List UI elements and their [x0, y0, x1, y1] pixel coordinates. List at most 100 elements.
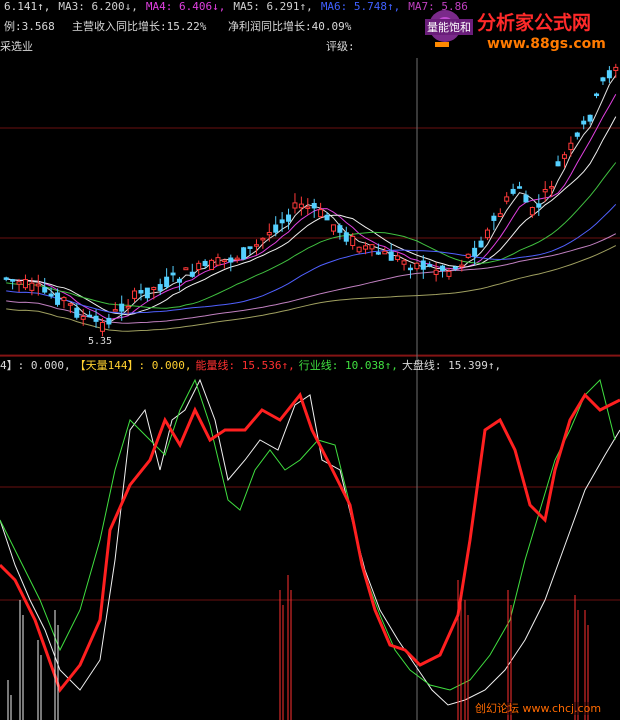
low-price-label: 5.35 — [88, 336, 113, 347]
candle-body — [16, 281, 22, 285]
candle-body — [241, 247, 247, 260]
indicator-readout: 4】: 0.000, 【天量144】: 0.000, 能量线: 15.536↑, 行业… — [0, 359, 505, 372]
candle-body — [568, 142, 574, 151]
candle-body — [330, 224, 336, 232]
candle-body — [452, 266, 458, 270]
candle-body — [414, 262, 420, 270]
candle-body — [478, 240, 484, 248]
ma-readout-item-3: MA5: 6.291↑, — [233, 0, 313, 13]
price-header-row: 6.141↑, MA3: 6.200↓, MA4: 6.406↓, MA5: 6.29… — [4, 0, 476, 13]
candle-body — [574, 132, 580, 137]
candle-body — [420, 260, 426, 270]
candle-body — [606, 70, 612, 79]
candle-body — [587, 114, 593, 122]
candle-body — [209, 259, 215, 271]
candle-body — [504, 196, 510, 202]
moving-average-line-2 — [6, 116, 617, 316]
candle-body — [311, 203, 317, 209]
candle-body — [388, 251, 394, 261]
candle-body — [356, 246, 362, 253]
candle-body — [61, 297, 67, 302]
candle-body — [48, 293, 54, 297]
candle-body — [536, 203, 542, 208]
revenue-growth-label: 主营收入同比增长:15.22% — [72, 20, 207, 33]
candle-body — [80, 315, 86, 320]
candle-body — [510, 188, 516, 194]
grid-lines — [0, 58, 620, 720]
candle-body — [164, 276, 170, 288]
candle-body — [170, 272, 176, 276]
candle-body — [253, 244, 259, 247]
candle-body — [189, 271, 195, 277]
candle-body — [132, 290, 138, 299]
indicator-readout-item-2: 能量线: 15.536↑, — [195, 359, 295, 372]
candle-body — [125, 305, 131, 309]
ma-readout: 6.141↑, MA3: 6.200↓, MA4: 6.406↓, MA5: 6.29… — [4, 0, 476, 13]
candle-body — [273, 224, 279, 233]
candle-body — [465, 253, 471, 258]
bottom-watermark: 创幻论坛 www.chcj.com — [475, 702, 602, 715]
candle-body — [549, 186, 555, 189]
candle-body — [529, 206, 535, 216]
moving-average-lines — [6, 75, 617, 332]
candle-body — [215, 257, 221, 266]
candle-body — [286, 214, 292, 222]
candle-body — [292, 202, 298, 209]
candle-body — [151, 286, 157, 290]
candle-body — [555, 161, 561, 167]
candle-body — [157, 284, 163, 291]
candle-body — [472, 247, 478, 257]
watermark-logo: 量能饱和 分析家公式网 www.88gs.com — [425, 4, 615, 56]
candle-body — [324, 214, 330, 221]
candle-body — [119, 303, 125, 312]
candle-body — [523, 194, 529, 203]
candle-body — [375, 252, 381, 255]
profit-growth-label: 净利润同比增长:40.09% — [228, 20, 352, 33]
candle-body — [561, 154, 567, 159]
candle-body — [35, 283, 41, 287]
candle-body — [67, 303, 73, 306]
candle-body — [497, 213, 503, 218]
rating-label: 评级: — [326, 40, 355, 53]
candle-body — [112, 309, 118, 312]
candle-body — [446, 270, 452, 277]
candle-body — [600, 77, 606, 82]
fundamental-row: 例:3.568 主营收入同比增长:15.22% 净利润同比增长:40.09% — [4, 20, 351, 33]
candle-body — [350, 235, 356, 247]
candle-body — [382, 250, 388, 255]
indicator-header: 4】: 0.000, 【天量144】: 0.000, 能量线: 15.536↑, 行业… — [0, 359, 505, 372]
candle-body — [144, 287, 150, 299]
indicator-lines — [0, 378, 620, 720]
indicator-readout-item-3: 行业线: 10.038↑, — [298, 359, 398, 372]
ma-readout-item-2: MA4: 6.406↓, — [145, 0, 226, 13]
candle-body — [581, 120, 587, 125]
energy-line — [0, 391, 620, 694]
candle-body — [22, 279, 28, 289]
candle-body — [247, 246, 253, 249]
candle-body — [74, 307, 80, 318]
candle-body — [106, 317, 112, 325]
indicator-readout-item-4: 大盘线: 15.399↑, — [401, 359, 502, 372]
candle-body — [407, 267, 413, 271]
candle-body — [298, 203, 304, 209]
brand-title: 分析家公式网 — [477, 12, 592, 34]
candle-body — [318, 209, 324, 218]
ma-readout-item-0: 6.141↑, — [4, 0, 51, 13]
candle-body — [491, 215, 497, 221]
ratio-label: 例:3.568 — [4, 20, 55, 33]
candle-body — [3, 277, 9, 280]
candle-body — [517, 186, 523, 189]
candle-body — [183, 267, 189, 271]
candle-body — [196, 262, 202, 271]
candle-body — [10, 279, 16, 282]
ma-readout-item-1: MA3: 6.200↓, — [58, 0, 138, 13]
candle-body — [427, 264, 433, 267]
candle-body — [459, 264, 465, 268]
candle-body — [234, 257, 240, 261]
candle-body — [279, 219, 285, 224]
candle-body — [401, 260, 407, 265]
candle-body — [613, 66, 619, 71]
indicator-readout-item-1: 【天量144】: 0.000, — [74, 359, 192, 372]
industry-row: 采选业 评级: — [0, 40, 380, 53]
candle-body — [337, 225, 343, 233]
